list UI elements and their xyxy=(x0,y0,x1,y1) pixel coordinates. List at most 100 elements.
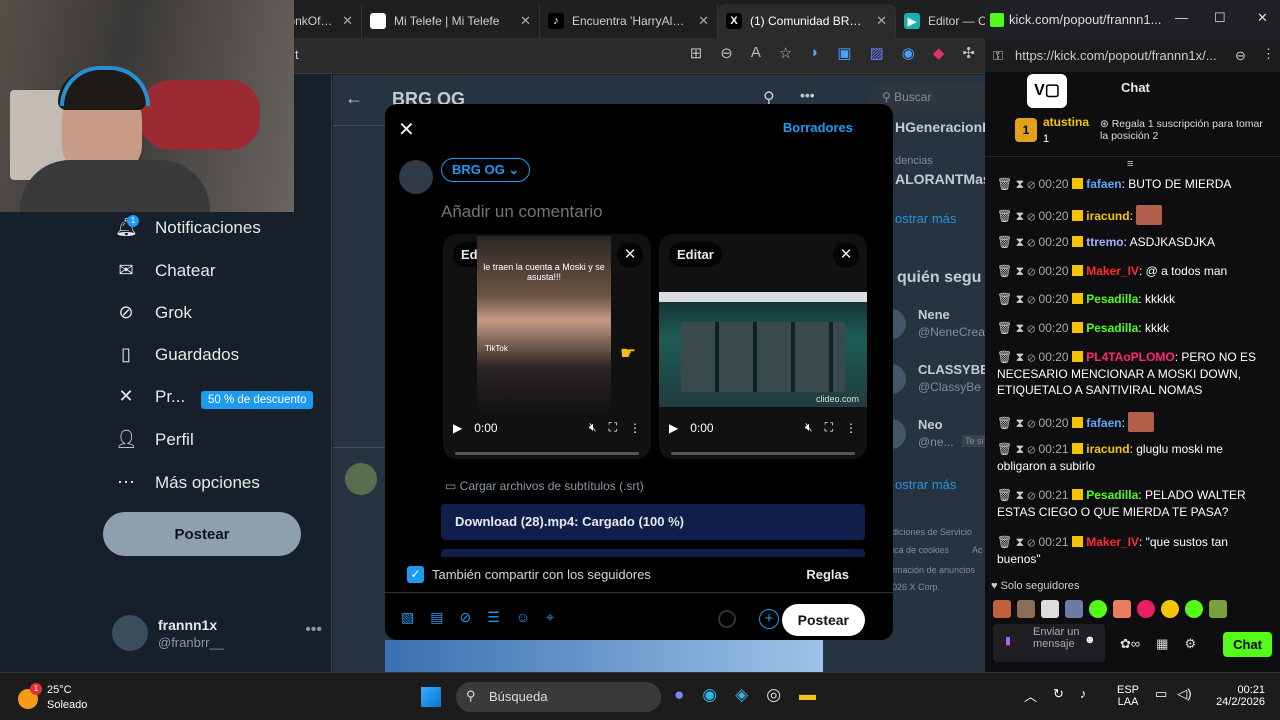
file-explorer-icon[interactable]: ▬ xyxy=(799,685,816,705)
clock[interactable]: 00:21 24/2/2026 xyxy=(1205,684,1265,708)
ban-icon[interactable]: ⊘ xyxy=(1027,177,1038,191)
timeout-icon[interactable]: ⧗ xyxy=(1016,488,1028,502)
chat-username[interactable]: iracund xyxy=(1086,442,1129,456)
delete-icon[interactable]: 🗑︎ xyxy=(997,350,1016,364)
url-text[interactable]: t xyxy=(295,47,299,62)
send-chat-button[interactable]: Chat xyxy=(1223,632,1272,657)
play-icon[interactable]: ▶ xyxy=(453,421,462,435)
media-attachment[interactable]: Editar ✕ clideo.com ▶ 0:00 🔇︎ ⛶ ⋮ xyxy=(659,234,867,459)
screenshot-icon[interactable]: ▣ xyxy=(837,44,851,62)
upload-subtitles-link[interactable]: ▭ Cargar archivos de subtítulos (.srt) xyxy=(445,479,644,493)
more-vertical-icon[interactable]: ⋮ xyxy=(845,421,857,435)
store-icon[interactable]: ▦ xyxy=(1156,636,1168,652)
timeout-icon[interactable]: ⧗ xyxy=(1016,350,1028,364)
sync-icon[interactable]: ↻ xyxy=(1053,686,1064,705)
nav-item[interactable]: ▯ Guardados xyxy=(115,344,239,365)
ban-icon[interactable]: ⊘ xyxy=(1027,350,1038,364)
delete-icon[interactable]: 🗑︎ xyxy=(997,235,1016,249)
chat-username[interactable]: ttremo xyxy=(1086,235,1123,249)
ban-icon[interactable]: ⊘ xyxy=(1027,321,1038,335)
gifter-name[interactable]: atustina xyxy=(1043,115,1089,129)
apps-icon[interactable]: ⊞ xyxy=(690,44,703,62)
timeout-icon[interactable]: ⧗ xyxy=(1016,292,1028,306)
gif-icon[interactable]: ▤ xyxy=(430,609,443,626)
ban-icon[interactable]: ⊘ xyxy=(1027,235,1038,249)
language-indicator[interactable]: ESP LAA xyxy=(1117,684,1139,708)
network-icon[interactable]: ▭ xyxy=(1155,686,1167,702)
emoji-icon[interactable]: ☻ xyxy=(1084,634,1096,646)
mute-icon[interactable]: 🔇︎ xyxy=(589,420,597,435)
ban-icon[interactable]: ⊘ xyxy=(1027,488,1038,502)
delete-icon[interactable]: 🗑︎ xyxy=(997,416,1016,430)
premium-discount-badge[interactable]: 50 % de descuento xyxy=(201,391,314,409)
edit-media-button[interactable]: Editar xyxy=(669,242,722,267)
edge-icon[interactable]: ◉ xyxy=(702,685,717,705)
fullscreen-icon[interactable]: ⛶ xyxy=(609,420,617,435)
telegram-icon[interactable]: ◈ xyxy=(735,685,748,705)
chat-username[interactable]: fafaen xyxy=(1086,177,1121,191)
submit-post-button[interactable]: Postear xyxy=(781,604,865,636)
browser-tab[interactable]: X (1) Comunidad BRG OG ✕ xyxy=(718,4,896,38)
chat-username[interactable]: Pesadilla xyxy=(1086,292,1138,306)
nav-item[interactable]: 👤︎ Perfil xyxy=(115,429,194,450)
popout-url[interactable]: ⚿ https://kick.com/popout/frannn1x/... ⊖… xyxy=(985,40,1280,72)
volume-icon[interactable]: ◁) xyxy=(1177,686,1191,702)
remove-media-icon[interactable]: ✕ xyxy=(617,242,643,268)
browser-tab[interactable]: • Mi Telefe | Mi Telefe ✕ xyxy=(362,4,540,38)
zoom-icon[interactable]: ⊖ xyxy=(720,44,733,62)
audience-selector[interactable]: BRG OG ⌄ xyxy=(441,158,531,182)
remove-media-icon[interactable]: ✕ xyxy=(833,242,859,268)
video-preview[interactable]: clideo.com xyxy=(659,292,867,407)
ban-icon[interactable]: ⊘ xyxy=(1027,416,1038,430)
checkbox-checked-icon[interactable]: ✓ xyxy=(407,566,424,583)
nav-item[interactable]: ✕ Pr... xyxy=(115,386,185,407)
chat-message[interactable]: 🗑︎ ⧗ ⊘ 00:21 iracund: gluglu moski me ob… xyxy=(997,441,1269,474)
chat-username[interactable]: Maker_IV xyxy=(1086,535,1139,549)
close-tab-icon[interactable]: ✕ xyxy=(342,13,353,29)
close-icon[interactable]: ✕ xyxy=(398,117,415,142)
nav-item[interactable]: ✉ Chatear xyxy=(115,260,215,281)
mic-icon[interactable]: ♪ xyxy=(1080,686,1087,705)
drafts-link[interactable]: Borradores xyxy=(783,120,853,135)
close-tab-icon[interactable]: ✕ xyxy=(520,13,531,29)
maximize-icon[interactable]: ☐ xyxy=(1214,10,1226,26)
close-tab-icon[interactable]: ✕ xyxy=(698,13,709,29)
chat-message[interactable]: 🗑︎ ⧗ ⊘ 00:20 fafaen: xyxy=(997,412,1269,432)
play-icon[interactable]: ▶ xyxy=(669,421,678,435)
more-icon[interactable]: ••• xyxy=(305,621,322,639)
chat-username[interactable]: PL4TAoPLOMO xyxy=(1086,350,1174,364)
scroll-handle-icon[interactable]: ≡ xyxy=(1127,158,1133,170)
extensions-puzzle-icon[interactable]: ✣ xyxy=(962,44,975,62)
chat-message[interactable]: 🗑︎ ⧗ ⊘ 00:20 iracund: xyxy=(997,205,1269,225)
close-window-icon[interactable]: ✕ xyxy=(1257,10,1268,26)
shield-icon[interactable]: ◆ xyxy=(933,44,945,62)
add-post-icon[interactable]: + xyxy=(759,609,779,629)
extension-icon[interactable]: ◗ xyxy=(810,44,819,62)
rules-link[interactable]: Reglas xyxy=(806,567,849,582)
gift-cta[interactable]: ⊛ Regala 1 suscripción para tomar la pos… xyxy=(1100,118,1270,142)
video-progress-bar[interactable] xyxy=(671,452,855,455)
chat-message[interactable]: 🗑︎ ⧗ ⊘ 00:20 ttremo: ASDJKASDJKA xyxy=(997,234,1269,251)
more-vertical-icon[interactable]: ⋮ xyxy=(629,421,641,435)
comment-input[interactable]: Añadir un comentario xyxy=(441,202,603,222)
post-button[interactable]: Postear xyxy=(103,512,301,556)
site-info-icon[interactable]: ⚿ xyxy=(993,48,1003,64)
chat-username[interactable]: Pesadilla xyxy=(1086,488,1138,502)
chat-message[interactable]: 🗑︎ ⧗ ⊘ 00:20 Maker_IV: @ a todos man xyxy=(997,263,1269,280)
delete-icon[interactable]: 🗑︎ xyxy=(997,442,1016,456)
ban-icon[interactable]: ⊘ xyxy=(1027,535,1038,549)
poll-icon[interactable]: ☰ xyxy=(487,609,500,626)
chat-message[interactable]: 🗑︎ ⧗ ⊘ 00:20 PL4TAoPLOMO: PERO NO ES NEC… xyxy=(997,349,1269,399)
grok-icon[interactable]: ⊘ xyxy=(459,609,471,626)
chat-username[interactable]: Maker_IV xyxy=(1086,264,1139,278)
discord-icon[interactable]: ● xyxy=(674,685,684,705)
extension-icon[interactable]: ▨ xyxy=(870,44,884,62)
weather-widget[interactable]: 1 25°C Soleado xyxy=(18,683,98,713)
timeout-icon[interactable]: ⧗ xyxy=(1016,264,1028,278)
delete-icon[interactable]: 🗑︎ xyxy=(997,209,1016,223)
chat-username[interactable]: Pesadilla xyxy=(1086,321,1138,335)
timeout-icon[interactable]: ⧗ xyxy=(1016,442,1028,456)
settings-gear-icon[interactable]: ⚙ xyxy=(1184,636,1196,652)
timeout-icon[interactable]: ⧗ xyxy=(1016,416,1028,430)
video-preview[interactable]: le traen la cuenta a Moski y se asusta!!… xyxy=(477,236,611,411)
